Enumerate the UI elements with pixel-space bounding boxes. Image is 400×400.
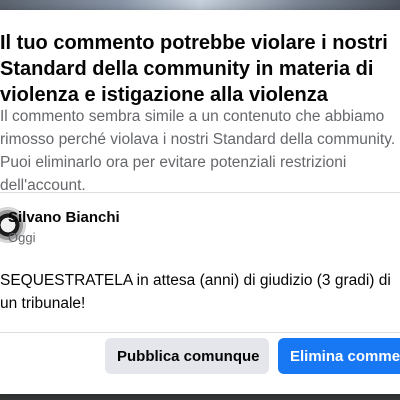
- divider: [0, 332, 400, 333]
- post-anyway-button[interactable]: Pubblica comunque: [105, 338, 269, 374]
- delete-comment-button[interactable]: Elimina commento: [278, 338, 400, 374]
- comment-timestamp: Oggi: [8, 230, 36, 245]
- comment-author[interactable]: Silvano Bianchi: [8, 209, 120, 226]
- dialog-title: Il tuo commento potrebbe violare i nostr…: [0, 32, 388, 106]
- comment-text: SEQUESTRATELA in attesa (anni) di giudiz…: [0, 272, 391, 312]
- comment-preview: Silvano Bianchi Oggi SEQUESTRATELA in at…: [0, 193, 400, 323]
- violation-warning-dialog: Il tuo commento potrebbe violare i nostr…: [0, 10, 400, 394]
- dialog-description: Il commento sembra simile a un contenuto…: [0, 108, 396, 194]
